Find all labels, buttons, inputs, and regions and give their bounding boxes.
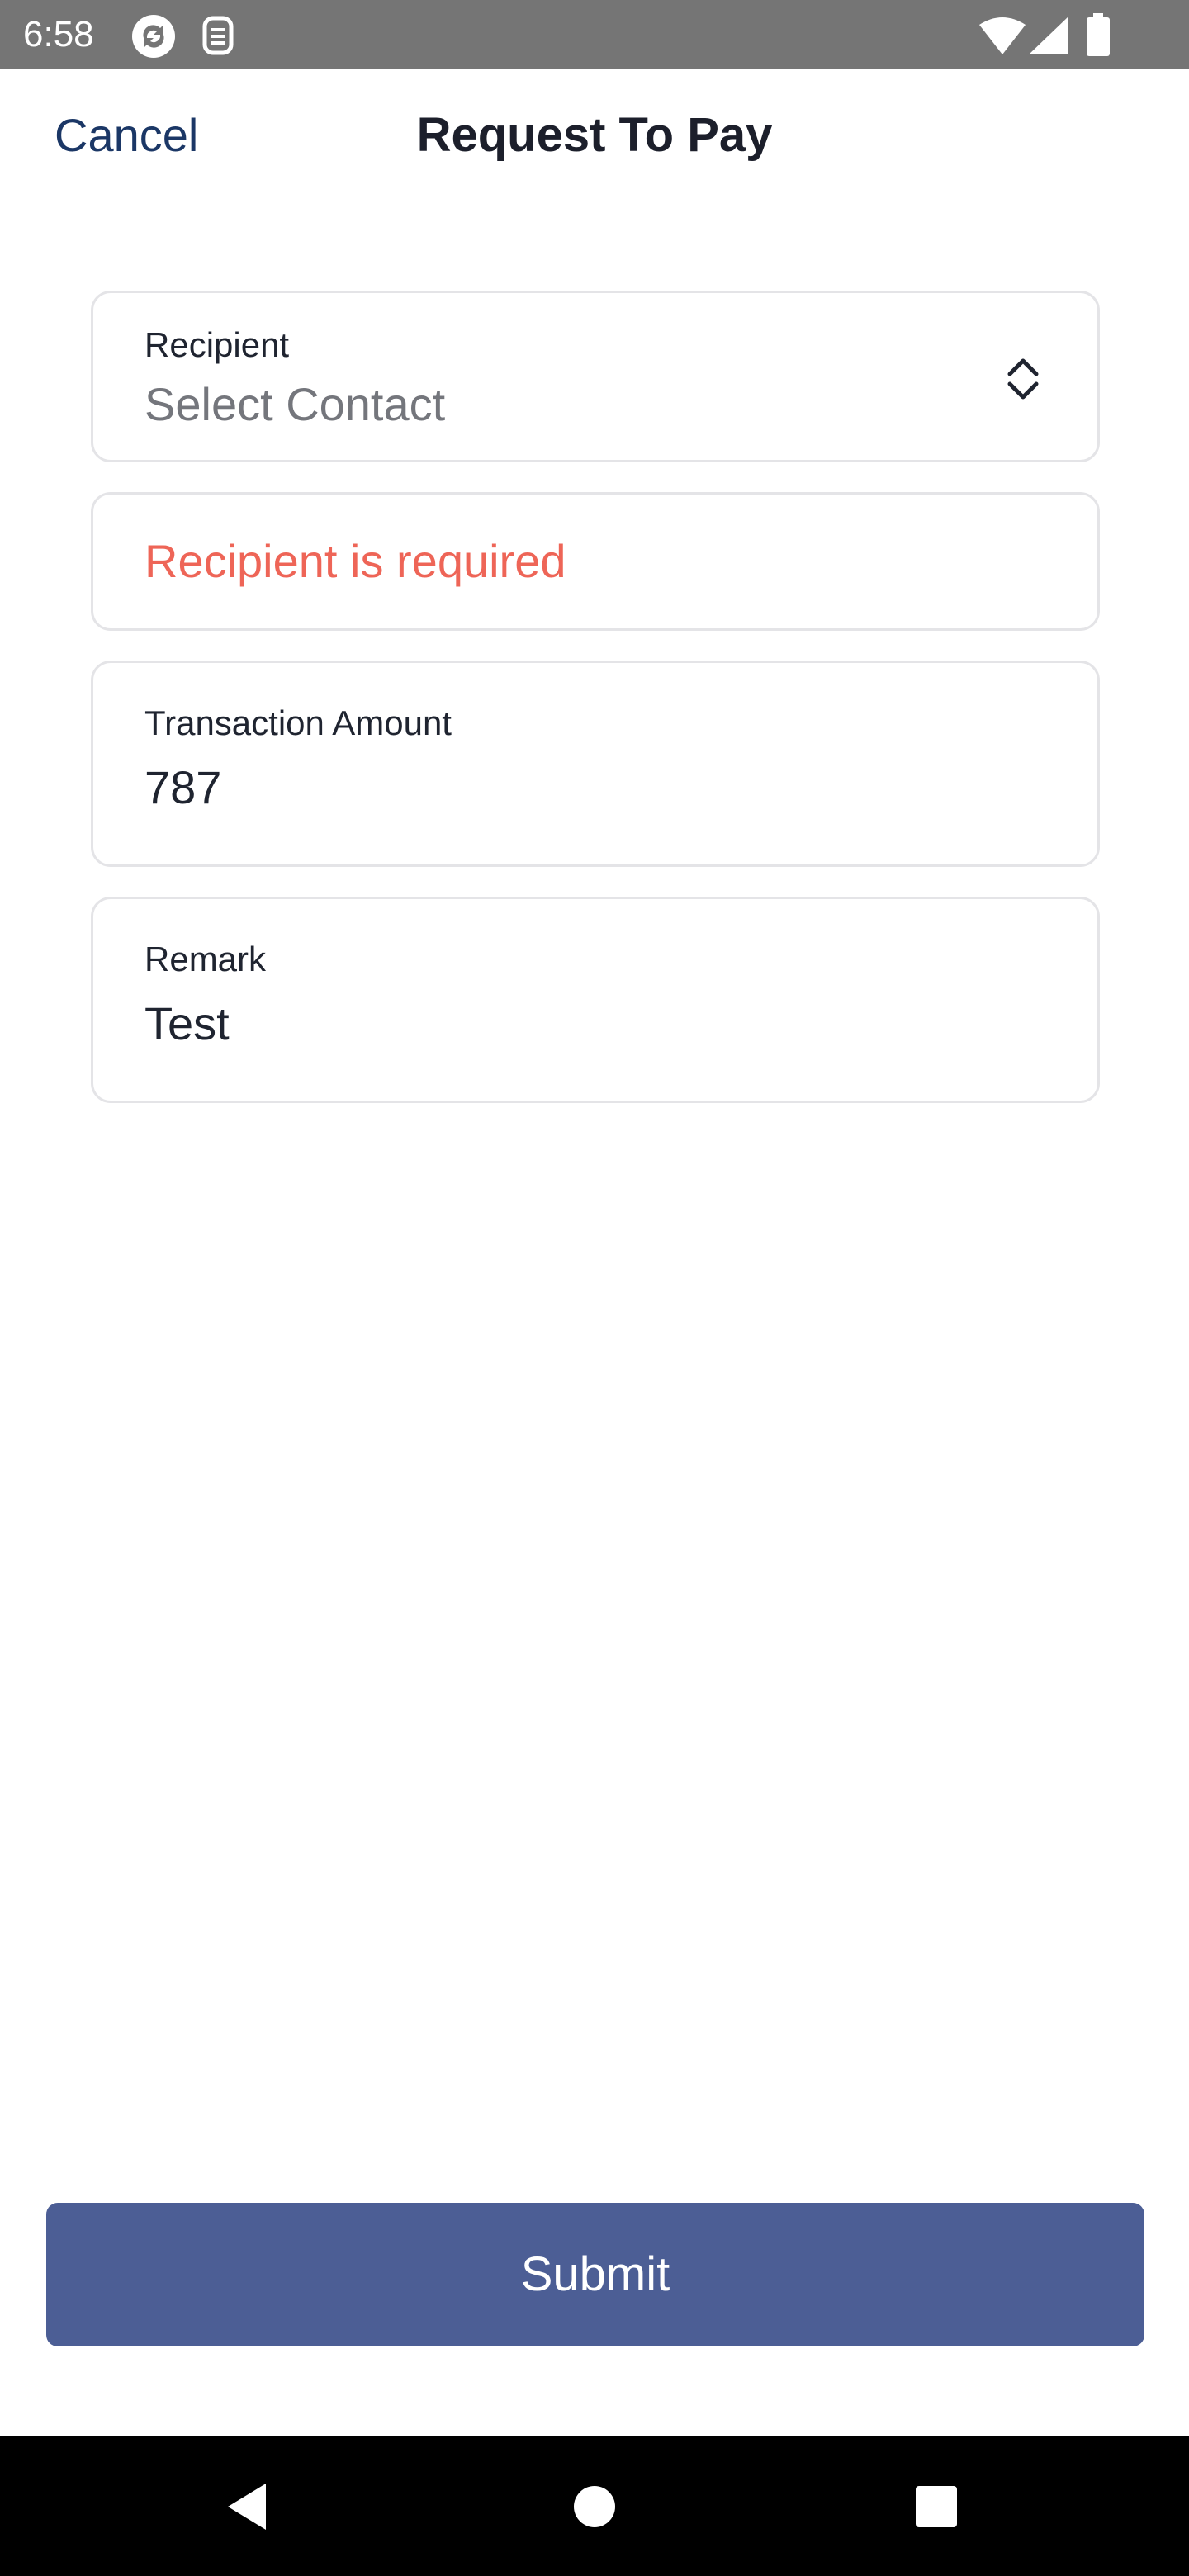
home-icon[interactable] — [573, 2485, 616, 2528]
sim-icon — [202, 16, 234, 55]
navigation-bar — [0, 2436, 1189, 2576]
remark-field[interactable]: Remark Test — [91, 897, 1100, 1103]
transaction-amount-field[interactable]: Transaction Amount 787 — [91, 661, 1100, 867]
recipient-placeholder: Select Contact — [144, 378, 446, 430]
status-bar: 6:58 — [0, 0, 1189, 69]
recent-apps-icon[interactable] — [915, 2485, 958, 2528]
back-icon[interactable] — [225, 2480, 271, 2533]
transaction-amount-value[interactable]: 787 — [144, 759, 221, 817]
transaction-amount-label: Transaction Amount — [144, 703, 452, 742]
header: Cancel Request To Pay — [0, 69, 1189, 193]
battery-icon — [1087, 13, 1110, 56]
recipient-select[interactable]: Recipient Select Contact — [91, 291, 1100, 462]
wifi-icon — [979, 17, 1026, 54]
recipient-label: Recipient — [144, 325, 290, 364]
remark-label: Remark — [144, 940, 267, 978]
submit-button[interactable]: Submit — [46, 2203, 1144, 2346]
status-time: 6:58 — [23, 14, 94, 54]
error-message-box: Recipient is required — [91, 492, 1100, 631]
chevron-updown-icon — [1007, 358, 1039, 400]
sync-icon — [132, 15, 175, 58]
remark-value[interactable]: Test — [144, 995, 230, 1053]
page-title: Request To Pay — [416, 108, 773, 162]
signal-icon — [1029, 17, 1068, 54]
error-message: Recipient is required — [144, 535, 566, 587]
